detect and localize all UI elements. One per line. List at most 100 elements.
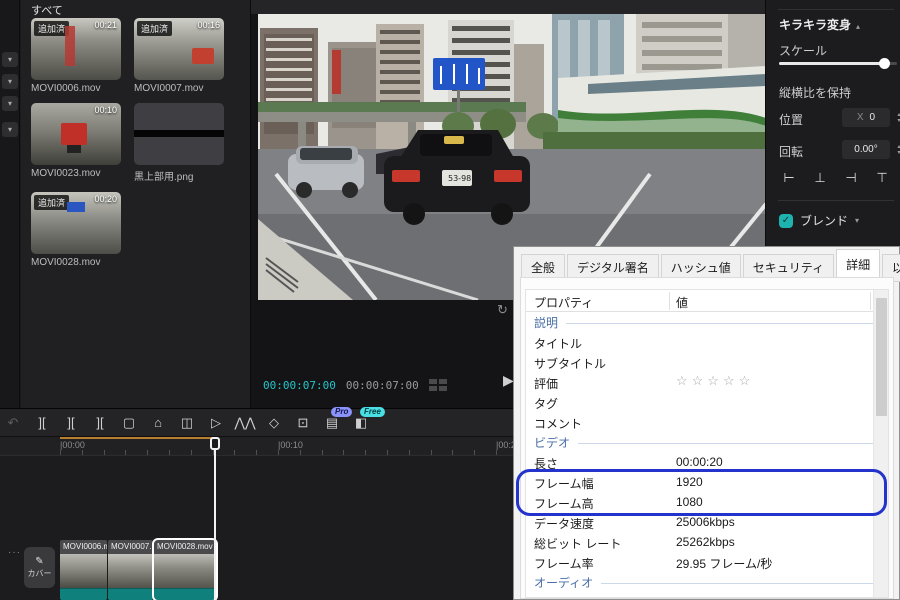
ruler-tick [300,450,301,455]
trim-end-button[interactable]: ][ [89,412,111,434]
align-left-button[interactable]: ⊢ [777,168,801,188]
clip-duration: 00:16 [197,20,220,30]
clip-audio-track [108,588,153,600]
clip-duration: 00:10 [94,105,117,115]
media-item[interactable]: 黒上部用.png [134,103,224,183]
ruler-tick [387,450,388,455]
ruler-tick [365,450,366,455]
split-button[interactable]: ][ [31,412,53,434]
clip-duration: 00:20 [94,194,117,204]
media-item[interactable]: 追加済00:16MOVI0007.mov [134,18,224,94]
collapse-chevron-button[interactable]: ▾ [2,74,18,89]
dialog-tabstrip: 全般デジタル署名ハッシュ値セキュリティ詳細以前のバージョン [521,251,900,277]
effect-section-header[interactable]: キラキラ変身▴ [779,16,860,33]
media-grid: 追加済00:21MOVI0006.mov追加済00:16MOVI0007.mov… [31,18,224,268]
slider-fill [779,62,882,65]
ruler-tick [104,450,105,455]
mask-button[interactable]: ⌂ [147,412,169,434]
ruler-tick [343,450,344,455]
timeline-clip[interactable]: MOVI0028.mov [154,540,216,600]
ruler-tick [322,450,323,455]
property-row[interactable]: コメント [526,412,888,432]
video-thumbnail[interactable]: 追加済00:16 [134,18,224,80]
rotation-input[interactable]: 0.00° [842,140,890,159]
position-x-value: 0 [870,112,876,123]
clip-duration: 00:21 [94,20,117,30]
align-center-vertical-button[interactable]: ⊥ [808,168,832,188]
playhead[interactable] [214,437,216,600]
group-rule [578,443,878,444]
position-row: 位置 X 0 ▴▾ [779,108,897,128]
property-value: 25006kbps [676,515,735,529]
video-thumbnail[interactable]: 追加済00:20 [31,192,121,254]
image-thumbnail[interactable] [134,103,224,165]
ruler-tick [191,450,192,455]
axis-x-label: X [857,112,864,123]
media-item[interactable]: 00:10 MOVI0023.mov [31,103,121,183]
property-group-header: ビデオ [526,432,888,452]
marker-button[interactable]: ▤Pro [321,412,343,434]
delete-button[interactable]: ▢ [118,412,140,434]
playhead-handle[interactable] [210,437,220,450]
media-item[interactable]: 追加済00:20MOVI0028.mov [31,192,121,268]
media-filter-label[interactable]: すべて [31,2,63,18]
rating-stars[interactable]: ☆☆☆☆☆ [676,373,754,389]
clip-thumbnail [60,554,107,588]
pan-zoom-button[interactable]: ◫ [176,412,198,434]
video-thumbnail[interactable]: 00:10 [31,103,121,165]
collapse-chevron-button[interactable]: ▾ [2,96,18,111]
audio-split-button[interactable]: ◧Free [350,412,372,434]
ruler-tick [496,450,497,455]
media-library-panel: すべて 追加済00:21MOVI0006.mov追加済00:16MOVI0007… [21,0,250,408]
svg-text:53-98: 53-98 [448,174,471,183]
property-value: 25262kbps [676,535,735,549]
timeline-clip[interactable]: MOVI0007.mov [108,540,153,600]
property-row[interactable]: タグ [526,392,888,412]
value-column-header[interactable]: 値 [676,294,688,311]
position-stepper[interactable]: ▴▾ [894,108,900,127]
property-row[interactable]: タイトル [526,332,888,352]
column-separator[interactable] [669,292,670,310]
rotation-value: 0.00° [854,144,877,155]
rotation-stepper[interactable]: ▴▾ [894,140,900,159]
media-file-name: 黒上部用.png [134,168,224,183]
align-right-button[interactable]: ⊣ [839,168,863,188]
media-item[interactable]: 追加済00:21MOVI0006.mov [31,18,121,94]
rotate-button[interactable]: ◇ [263,412,285,434]
collapse-caret-icon: ▴ [856,22,860,31]
tab-詳細[interactable]: 詳細 [836,249,880,280]
ruler-tick [278,450,279,455]
property-column-header[interactable]: プロパティ [534,294,593,311]
slider-handle[interactable] [879,58,890,69]
scale-slider[interactable] [779,62,897,65]
collapse-chevron-button[interactable]: ▾ [2,52,18,67]
position-x-input[interactable]: X 0 [842,108,890,127]
column-separator[interactable] [870,292,871,310]
property-value: 00:00:20 [676,455,723,469]
property-row[interactable]: サブタイトル [526,352,888,372]
crop-button[interactable]: ⊡ [292,412,314,434]
undo-button: ↶ [2,412,24,434]
trim-start-button[interactable]: ][ [60,412,82,434]
ruler-tick [256,450,257,455]
alignment-buttons: ⊢ ⊥ ⊣ ⊤ [777,168,894,188]
dialog-scrollbar[interactable] [873,290,888,597]
blend-checkbox[interactable]: ✓ [779,214,793,228]
property-row[interactable]: 評価☆☆☆☆☆ [526,372,888,392]
frame-grid-icon[interactable] [429,379,447,391]
scrollbar-thumb[interactable] [876,298,887,416]
collapse-chevron-button[interactable]: ▾ [2,122,18,137]
table-rows: 説明タイトルサブタイトル評価☆☆☆☆☆タグコメントビデオ長さ00:00:20フレ… [526,312,888,592]
property-row[interactable]: 総ビット レート25262kbps [526,532,888,552]
refresh-icon[interactable]: ↻ [497,302,508,318]
speed-button[interactable]: ▷ [205,412,227,434]
media-file-name: MOVI0023.mov [31,168,121,179]
added-badge: 追加済 [34,21,69,36]
mirror-button[interactable]: ⋀⋀ [234,412,256,434]
video-thumbnail[interactable]: 追加済 00:21 [31,18,121,80]
align-top-button[interactable]: ⊤ [870,168,894,188]
timeline-clip[interactable]: MOVI0006.mov [60,540,107,600]
group-rule [566,323,878,324]
blend-section-header[interactable]: ✓ ブレンド ▾ [779,212,859,229]
property-row[interactable]: フレーム率29.95 フレーム/秒 [526,552,888,572]
